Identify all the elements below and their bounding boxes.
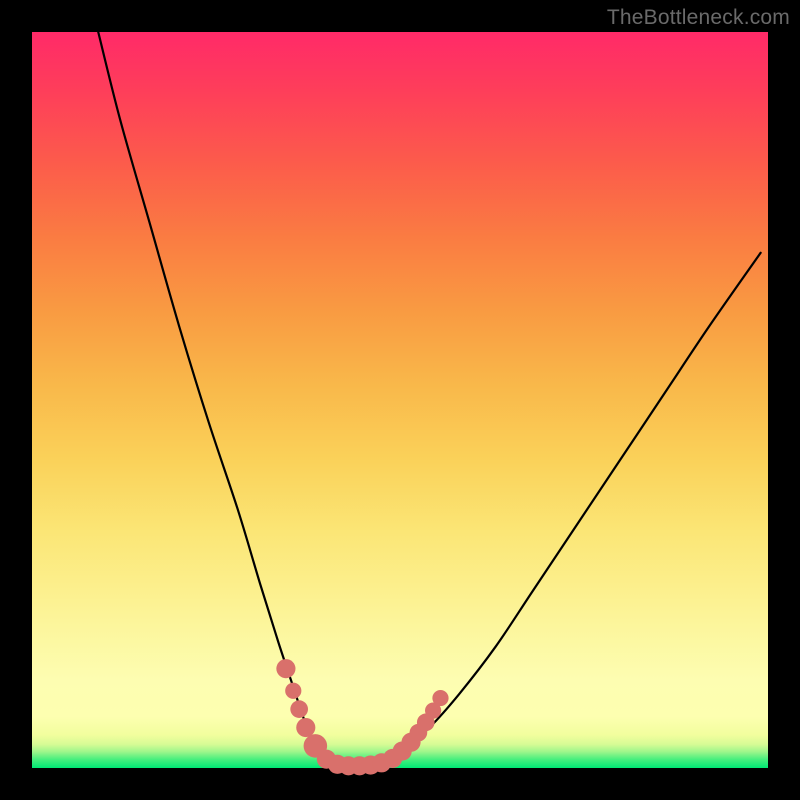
- highlight-dots: [276, 659, 448, 775]
- chart-frame: TheBottleneck.com: [0, 0, 800, 800]
- highlight-dot: [285, 683, 301, 699]
- highlight-dot: [276, 659, 295, 678]
- chart-plot-area: [32, 32, 768, 768]
- watermark-text: TheBottleneck.com: [607, 6, 790, 30]
- highlight-dot: [290, 700, 308, 718]
- chart-svg: [32, 32, 768, 768]
- highlight-dot: [296, 718, 315, 737]
- bottleneck-curve: [98, 32, 760, 767]
- highlight-dot: [432, 690, 448, 706]
